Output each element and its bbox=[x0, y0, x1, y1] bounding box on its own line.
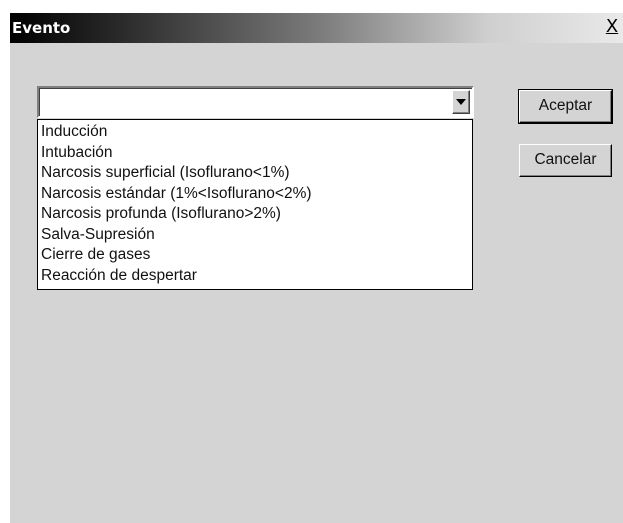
list-item-induccion[interactable]: Inducción bbox=[38, 122, 472, 143]
close-icon[interactable]: X bbox=[604, 18, 620, 36]
title-bar[interactable]: Evento X bbox=[10, 13, 623, 43]
dropdown-arrow-button[interactable] bbox=[452, 90, 470, 114]
event-dialog: Evento X Inducción Intubación Narcosis s… bbox=[9, 12, 623, 523]
accept-button[interactable]: Aceptar bbox=[519, 90, 612, 123]
list-item-cierre-de-gases[interactable]: Cierre de gases bbox=[38, 245, 472, 266]
cancel-button[interactable]: Cancelar bbox=[519, 144, 612, 177]
list-item-intubacion[interactable]: Intubación bbox=[38, 143, 472, 164]
list-item-salva-supresion[interactable]: Salva-Supresión bbox=[38, 225, 472, 246]
event-dropdown-list[interactable]: Inducción Intubación Narcosis superficia… bbox=[37, 119, 473, 290]
dialog-title: Evento bbox=[12, 19, 71, 37]
list-item-narcosis-profunda[interactable]: Narcosis profunda (Isoflurano>2%) bbox=[38, 204, 472, 225]
chevron-down-icon bbox=[456, 99, 466, 105]
list-item-narcosis-estandar[interactable]: Narcosis estándar (1%<Isoflurano<2%) bbox=[38, 184, 472, 205]
list-item-narcosis-superficial[interactable]: Narcosis superficial (Isoflurano<1%) bbox=[38, 163, 472, 184]
event-combobox[interactable] bbox=[37, 86, 474, 118]
list-item-reaccion-de-despertar[interactable]: Reacción de despertar bbox=[38, 266, 472, 287]
